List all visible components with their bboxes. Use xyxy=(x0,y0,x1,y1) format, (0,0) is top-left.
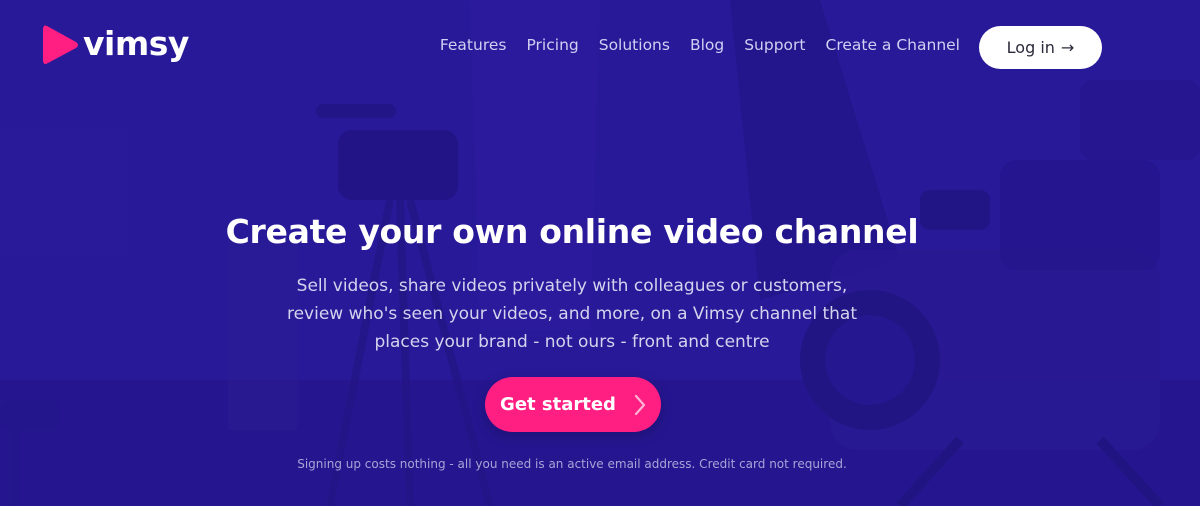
hero-headline: Create your own online video channel xyxy=(225,212,919,251)
chevron-right-icon xyxy=(634,394,646,415)
nav-item-support[interactable]: Support xyxy=(744,36,805,54)
login-label: Log in xyxy=(1006,38,1055,57)
logo-wordmark: vimsy xyxy=(83,23,189,63)
hero-subhead: Sell videos, share videos privately with… xyxy=(286,276,857,352)
nav-item-blog[interactable]: Blog xyxy=(690,36,724,54)
nav-item-pricing[interactable]: Pricing xyxy=(526,36,578,54)
hero-section: vimsy Features Pricing Solutions Blog Su… xyxy=(0,0,1200,506)
arrow-right-icon: → xyxy=(1060,38,1075,57)
get-started-button[interactable]: Get started xyxy=(485,377,661,432)
signup-fineprint: Signing up costs nothing - all you need … xyxy=(297,457,847,471)
play-logo-icon xyxy=(43,25,78,64)
login-button[interactable]: Log in → xyxy=(979,26,1102,69)
nav-item-create-channel[interactable]: Create a Channel xyxy=(826,36,961,54)
vimsy-logo[interactable]: vimsy xyxy=(43,24,189,66)
get-started-label: Get started xyxy=(500,394,616,415)
nav-item-solutions[interactable]: Solutions xyxy=(599,36,670,54)
top-nav: Features Pricing Solutions Blog Support … xyxy=(440,36,960,54)
nav-item-features[interactable]: Features xyxy=(440,36,507,54)
